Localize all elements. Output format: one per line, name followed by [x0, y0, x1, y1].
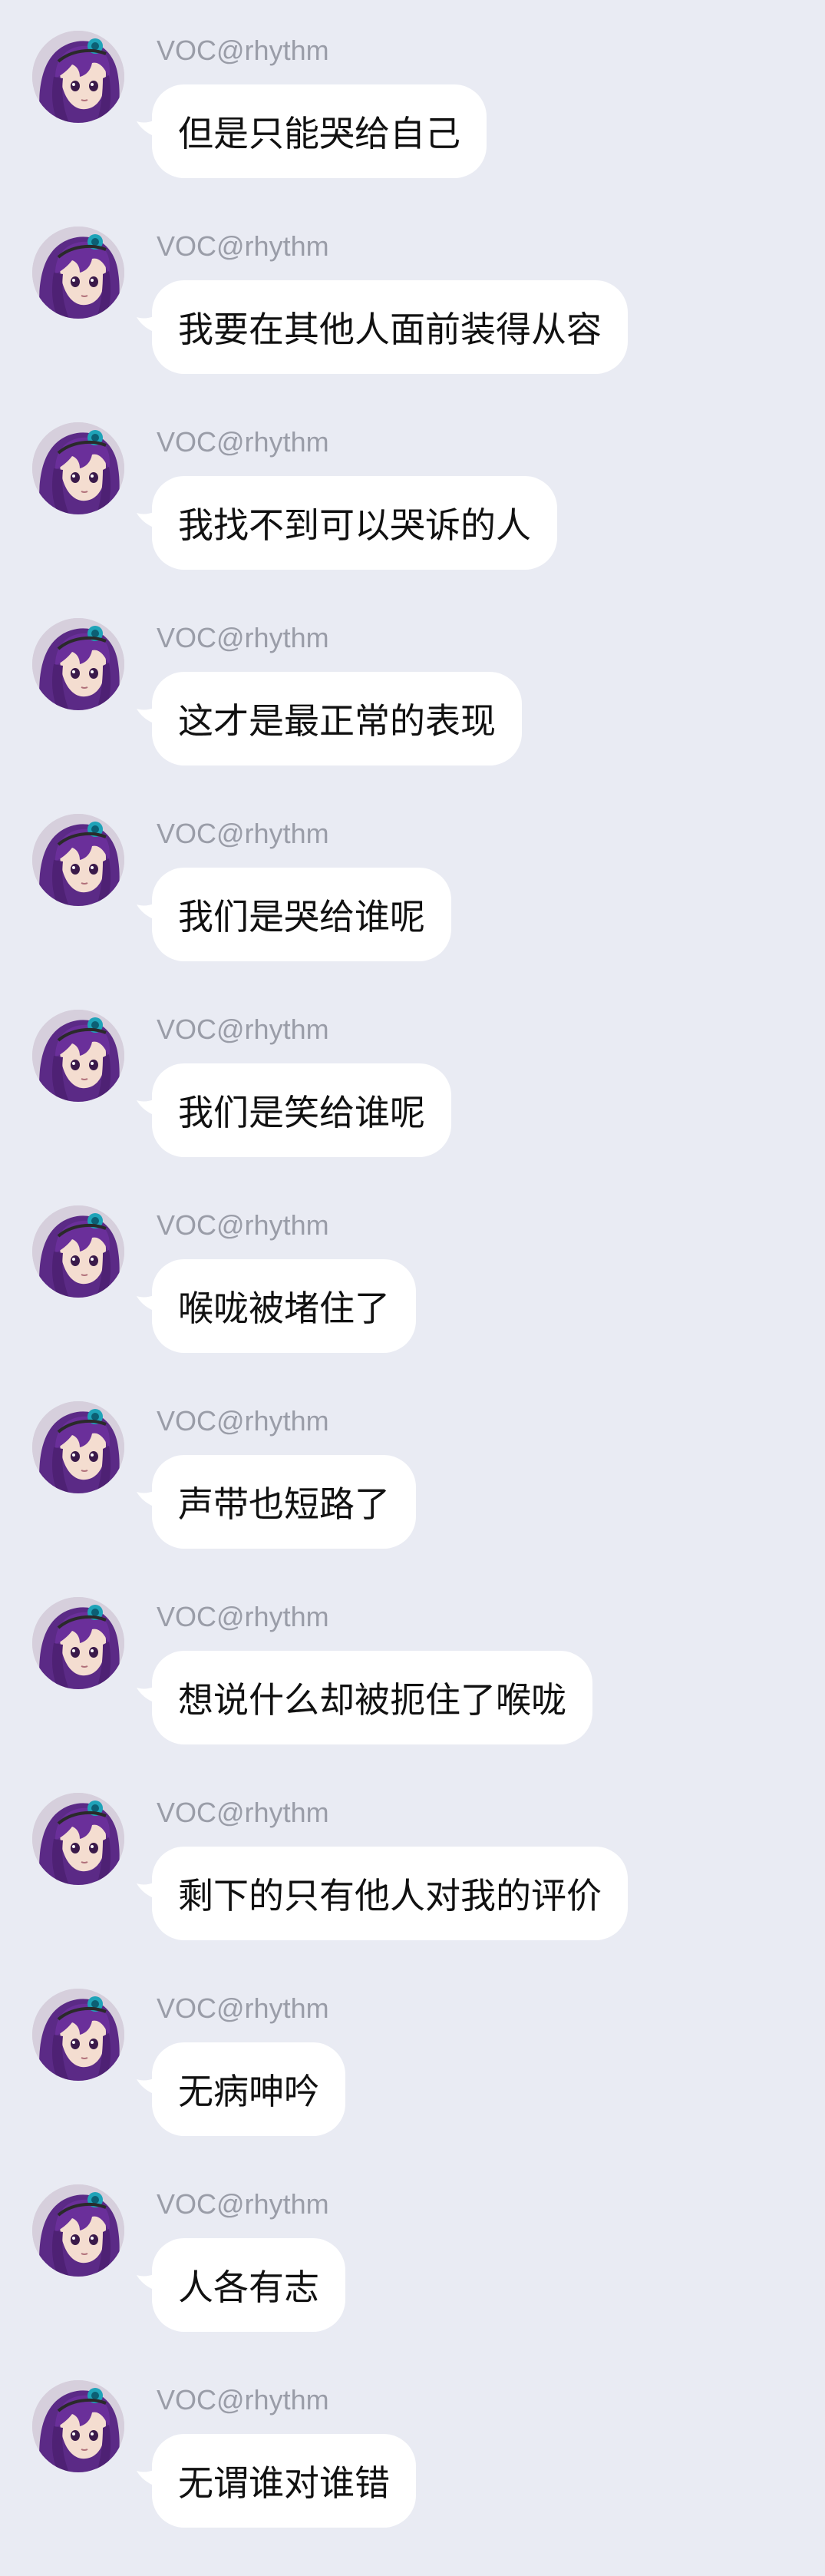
avatar[interactable] [32, 618, 124, 710]
avatar[interactable] [32, 814, 124, 906]
avatar[interactable] [32, 31, 124, 123]
avatar[interactable] [32, 1597, 124, 1689]
message-bubble[interactable]: 无谓谁对谁错 [152, 2434, 416, 2528]
anime-girl-avatar-icon [32, 1989, 124, 2081]
message-bubble[interactable]: 想说什么却被扼住了喉咙 [152, 1651, 592, 1744]
message-bubble[interactable]: 我们是哭给谁呢 [152, 868, 451, 961]
sender-name: VOC@rhythm [157, 1797, 329, 1828]
sender-name: VOC@rhythm [157, 1601, 329, 1632]
message-row: VOC@rhythm 但是只能哭给自己 [0, 31, 825, 227]
sender-name: VOC@rhythm [157, 1992, 329, 2024]
sender-name: VOC@rhythm [157, 1014, 329, 1045]
message-bubble[interactable]: 我们是笑给谁呢 [152, 1063, 451, 1157]
anime-girl-avatar-icon [32, 618, 124, 710]
avatar[interactable] [32, 1989, 124, 2081]
avatar[interactable] [32, 227, 124, 319]
avatar[interactable] [32, 1205, 124, 1298]
anime-girl-avatar-icon [32, 2184, 124, 2277]
message-row: VOC@rhythm 剩下的只有他人对我的评价 [0, 1793, 825, 1989]
message-row: VOC@rhythm 我们是笑给谁呢 [0, 1010, 825, 1205]
message-row: VOC@rhythm 我找不到可以哭诉的人 [0, 422, 825, 618]
sender-name: VOC@rhythm [157, 622, 329, 653]
sender-name: VOC@rhythm [157, 818, 329, 849]
message-bubble[interactable]: 喉咙被堵住了 [152, 1259, 416, 1353]
message-row: VOC@rhythm 无谓谁对谁错 [0, 2380, 825, 2576]
avatar[interactable] [32, 1010, 124, 1102]
message-row: VOC@rhythm 喉咙被堵住了 [0, 1205, 825, 1401]
avatar[interactable] [32, 1793, 124, 1885]
sender-name: VOC@rhythm [157, 1209, 329, 1241]
avatar[interactable] [32, 2380, 124, 2472]
message-bubble[interactable]: 无病呻吟 [152, 2042, 345, 2136]
chat-message-list[interactable]: VOC@rhythm 但是只能哭给自己 VOC@rhythm 我要在其他人面前装… [0, 0, 825, 2556]
avatar[interactable] [32, 1401, 124, 1493]
avatar[interactable] [32, 422, 124, 514]
message-bubble[interactable]: 这才是最正常的表现 [152, 672, 522, 766]
sender-name: VOC@rhythm [157, 2384, 329, 2416]
anime-girl-avatar-icon [32, 2380, 124, 2472]
anime-girl-avatar-icon [32, 31, 124, 123]
message-bubble[interactable]: 剩下的只有他人对我的评价 [152, 1847, 628, 1940]
message-bubble[interactable]: 声带也短路了 [152, 1455, 416, 1549]
anime-girl-avatar-icon [32, 227, 124, 319]
message-bubble[interactable]: 我找不到可以哭诉的人 [152, 476, 557, 570]
sender-name: VOC@rhythm [157, 2188, 329, 2220]
anime-girl-avatar-icon [32, 1010, 124, 1102]
anime-girl-avatar-icon [32, 1793, 124, 1885]
anime-girl-avatar-icon [32, 1401, 124, 1493]
message-row: VOC@rhythm 声带也短路了 [0, 1401, 825, 1597]
sender-name: VOC@rhythm [157, 1405, 329, 1437]
message-bubble[interactable]: 但是只能哭给自己 [152, 84, 487, 178]
anime-girl-avatar-icon [32, 814, 124, 906]
message-row: VOC@rhythm 无病呻吟 [0, 1989, 825, 2184]
message-row: VOC@rhythm 我要在其他人面前装得从容 [0, 227, 825, 422]
anime-girl-avatar-icon [32, 1597, 124, 1689]
message-row: VOC@rhythm 想说什么却被扼住了喉咙 [0, 1597, 825, 1793]
message-row: VOC@rhythm 这才是最正常的表现 [0, 618, 825, 814]
sender-name: VOC@rhythm [157, 35, 329, 66]
sender-name: VOC@rhythm [157, 426, 329, 458]
anime-girl-avatar-icon [32, 1205, 124, 1298]
anime-girl-avatar-icon [32, 422, 124, 514]
avatar[interactable] [32, 2184, 124, 2277]
message-bubble[interactable]: 我要在其他人面前装得从容 [152, 280, 628, 374]
message-row: VOC@rhythm 人各有志 [0, 2184, 825, 2380]
sender-name: VOC@rhythm [157, 230, 329, 262]
message-bubble[interactable]: 人各有志 [152, 2238, 345, 2332]
message-row: VOC@rhythm 我们是哭给谁呢 [0, 814, 825, 1010]
